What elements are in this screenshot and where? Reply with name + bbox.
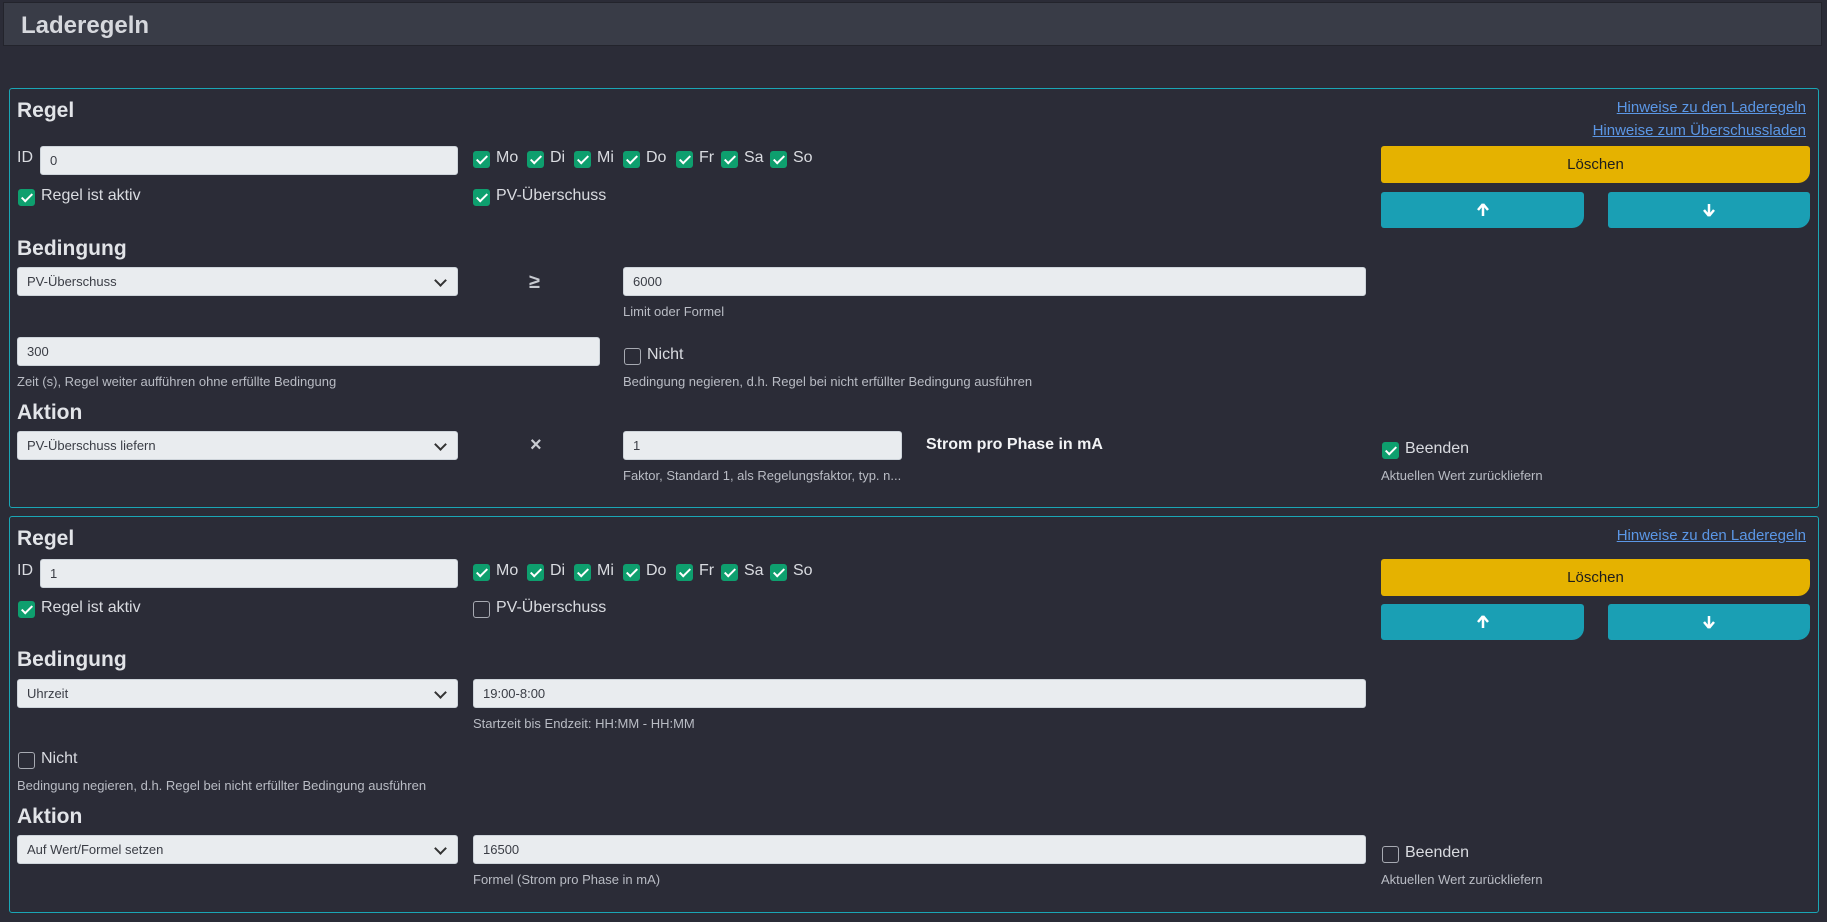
end-label: Beenden	[1405, 440, 1470, 457]
move-up-button[interactable]	[1381, 604, 1584, 640]
day-label: Sa	[744, 149, 764, 166]
operator-gte: ≥	[529, 271, 540, 293]
action-heading: Aktion	[17, 401, 83, 424]
day-label: Mi	[597, 562, 614, 579]
pv-surplus-checkbox[interactable]	[473, 601, 490, 618]
day-label: Sa	[744, 562, 764, 579]
rule-active-checkbox[interactable]	[18, 189, 35, 206]
day-label: Do	[646, 149, 667, 166]
day-fr-checkbox[interactable]	[676, 151, 693, 168]
rule-heading: Regel	[17, 99, 75, 122]
time-input[interactable]: 300	[17, 337, 600, 366]
negate-help: Bedingung negieren, d.h. Regel bei nicht…	[623, 374, 1033, 389]
arrow-down-icon	[1703, 204, 1715, 217]
rule-active-label: Regel ist aktiv	[41, 599, 141, 616]
id-label: ID	[17, 149, 33, 166]
day-di-checkbox[interactable]	[527, 564, 544, 581]
id-input[interactable]: 0	[40, 146, 458, 175]
condition-heading: Bedingung	[17, 648, 127, 671]
action-select[interactable]: PV-Überschuss liefern	[17, 431, 458, 460]
move-up-button[interactable]	[1381, 192, 1584, 228]
day-fr-checkbox[interactable]	[676, 564, 693, 581]
arrow-up-icon	[1476, 203, 1489, 216]
move-down-button[interactable]	[1608, 192, 1810, 228]
action-heading: Aktion	[17, 805, 83, 828]
arrow-up-icon	[1476, 615, 1489, 628]
day-do-checkbox[interactable]	[623, 151, 640, 168]
day-label: Di	[550, 562, 566, 579]
end-checkbox[interactable]	[1382, 442, 1399, 459]
day-sa-checkbox[interactable]	[721, 564, 738, 581]
negate-help: Bedingung negieren, d.h. Regel bei nicht…	[17, 778, 427, 793]
pv-surplus-checkbox[interactable]	[473, 189, 490, 206]
rule-active-checkbox[interactable]	[18, 601, 35, 618]
rule-panel-0: Regel Hinweise zu den Laderegeln Hinweis…	[9, 88, 1819, 508]
day-so-checkbox[interactable]	[770, 564, 787, 581]
limit-input[interactable]: 6000	[623, 267, 1366, 296]
delete-button[interactable]: Löschen	[1381, 146, 1810, 183]
pv-surplus-label: PV-Überschuss	[496, 599, 607, 616]
arrow-down-icon	[1703, 616, 1715, 629]
day-mo-checkbox[interactable]	[473, 564, 490, 581]
day-label: Di	[550, 149, 566, 166]
negate-checkbox[interactable]	[624, 348, 641, 365]
condition-heading: Bedingung	[17, 237, 127, 260]
id-label: ID	[17, 562, 33, 579]
end-help: Aktuellen Wert zurückliefern	[1381, 872, 1543, 887]
link-laderegeln-hints[interactable]: Hinweise zu den Laderegeln	[1617, 99, 1806, 116]
end-checkbox[interactable]	[1382, 846, 1399, 863]
day-mo-checkbox[interactable]	[473, 151, 490, 168]
negate-label: Nicht	[41, 750, 78, 767]
move-down-button[interactable]	[1608, 604, 1810, 640]
day-label: So	[793, 562, 813, 579]
id-input[interactable]: 1	[40, 559, 458, 588]
formula-help: Formel (Strom pro Phase in mA)	[473, 872, 661, 887]
day-so-checkbox[interactable]	[770, 151, 787, 168]
time-range-input[interactable]: 19:00-8:00	[473, 679, 1366, 708]
day-do-checkbox[interactable]	[623, 564, 640, 581]
condition-select[interactable]: PV-Überschuss	[17, 267, 458, 296]
rule-active-label: Regel ist aktiv	[41, 187, 141, 204]
operator-multiply: ×	[530, 434, 542, 456]
action-select[interactable]: Auf Wert/Formel setzen	[17, 835, 458, 864]
negate-checkbox[interactable]	[18, 752, 35, 769]
end-label: Beenden	[1405, 844, 1470, 861]
limit-help: Limit oder Formel	[623, 304, 725, 319]
day-label: Fr	[699, 562, 715, 579]
time-range-help: Startzeit bis Endzeit: HH:MM - HH:MM	[473, 716, 695, 731]
factor-help: Faktor, Standard 1, als Regelungsfaktor,…	[623, 468, 902, 483]
time-help: Zeit (s), Regel weiter aufführen ohne er…	[17, 374, 337, 389]
day-mi-checkbox[interactable]	[574, 151, 591, 168]
unit-label: Strom pro Phase in mA	[926, 436, 1103, 453]
rule-heading: Regel	[17, 527, 75, 550]
day-label: Mo	[496, 562, 519, 579]
link-ueberschuss-hints[interactable]: Hinweise zum Überschussladen	[1593, 122, 1806, 139]
pv-surplus-label: PV-Überschuss	[496, 187, 607, 204]
link-laderegeln-hints[interactable]: Hinweise zu den Laderegeln	[1617, 527, 1806, 544]
day-label: So	[793, 149, 813, 166]
end-help: Aktuellen Wert zurückliefern	[1381, 468, 1543, 483]
day-mi-checkbox[interactable]	[574, 564, 591, 581]
negate-label: Nicht	[647, 346, 684, 363]
formula-input[interactable]: 16500	[473, 835, 1366, 864]
factor-input[interactable]: 1	[623, 431, 902, 460]
day-label: Do	[646, 562, 667, 579]
rule-panel-1: Regel Hinweise zu den Laderegeln ID 1 Mo…	[9, 516, 1819, 913]
day-di-checkbox[interactable]	[527, 151, 544, 168]
day-label: Mi	[597, 149, 614, 166]
page-title: Laderegeln	[21, 12, 150, 39]
day-sa-checkbox[interactable]	[721, 151, 738, 168]
day-label: Fr	[699, 149, 715, 166]
delete-button[interactable]: Löschen	[1381, 559, 1810, 596]
condition-select[interactable]: Uhrzeit	[17, 679, 458, 708]
page-header: Laderegeln	[3, 2, 1822, 46]
day-label: Mo	[496, 149, 519, 166]
